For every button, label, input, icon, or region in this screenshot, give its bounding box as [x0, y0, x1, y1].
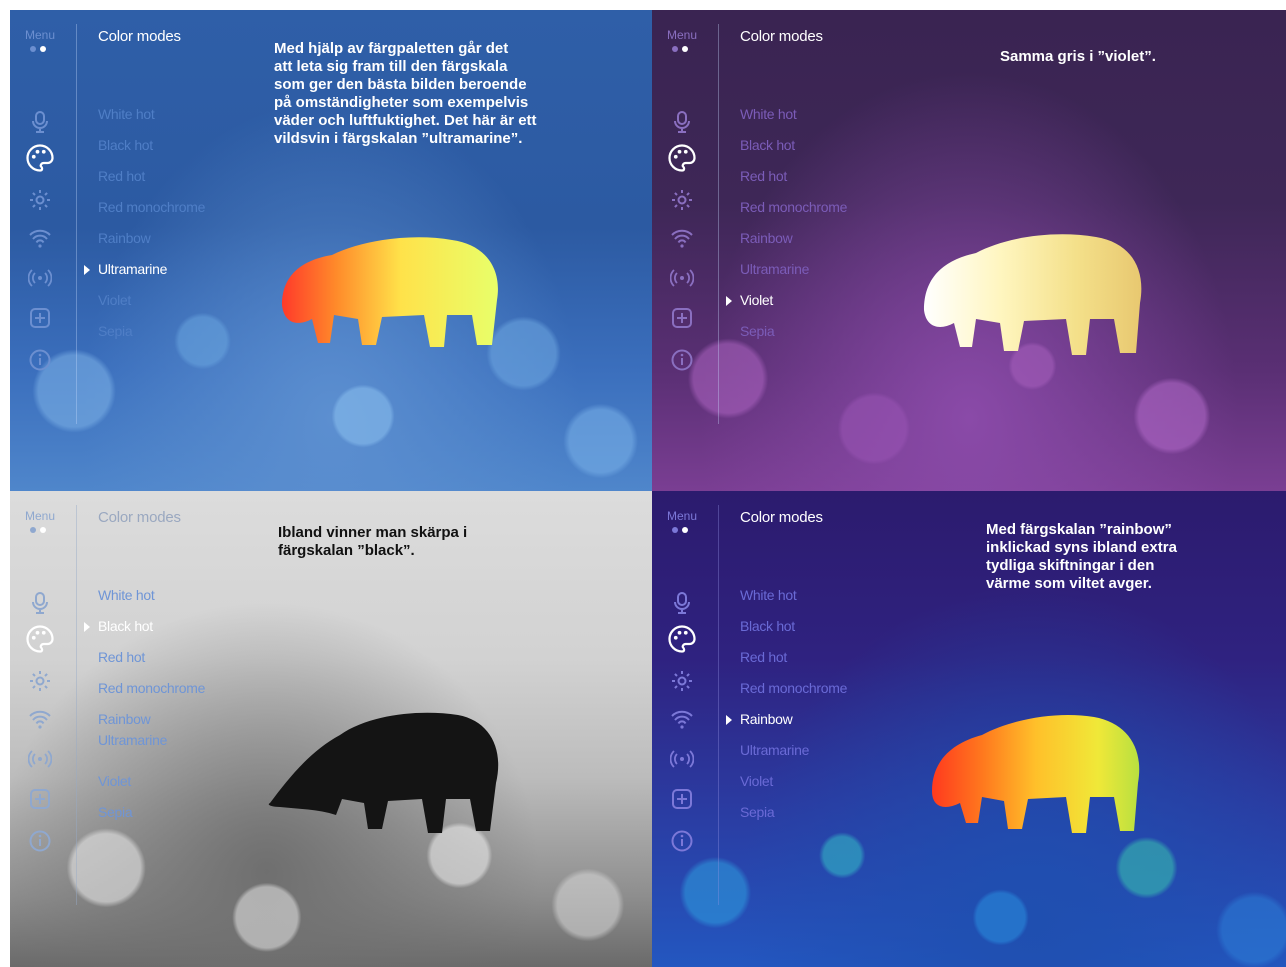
boar-thermal-image: [932, 715, 1140, 833]
boar-thermal-image: [282, 237, 498, 347]
mode-red-monochrome[interactable]: Red monochrome: [98, 199, 205, 215]
mode-black-hot[interactable]: Black hot: [98, 137, 153, 153]
color-modes-title: Color modes: [98, 509, 181, 526]
mode-red-monochrome[interactable]: Red monochrome: [740, 680, 847, 696]
side-menu: Menu: [10, 491, 76, 967]
microphone-icon[interactable]: [662, 108, 702, 136]
microphone-icon[interactable]: [662, 589, 702, 617]
wifi-icon[interactable]: [20, 224, 60, 252]
panel-ultramarine: Menu Color modes White hot Black hot Red…: [10, 10, 652, 491]
gear-icon[interactable]: [662, 667, 702, 695]
side-menu: Menu: [652, 491, 718, 967]
side-menu: Menu: [10, 10, 76, 491]
broadcast-icon[interactable]: [20, 745, 60, 773]
boar-thermal-image: [924, 234, 1142, 355]
panel-rainbow: Menu Color modes White hot Black hot Red…: [652, 491, 1286, 967]
menu-page-indicator: [670, 527, 694, 535]
mode-black-hot[interactable]: Black hot: [740, 618, 795, 634]
mode-ultramarine[interactable]: Ultramarine: [84, 261, 167, 277]
mode-white-hot[interactable]: White hot: [740, 587, 797, 603]
mode-ultramarine[interactable]: Ultramarine: [740, 742, 809, 758]
boar-thermal-image: [268, 712, 499, 833]
gear-icon[interactable]: [20, 667, 60, 695]
selected-arrow-icon: [726, 715, 732, 725]
menu-label: Menu: [24, 28, 56, 42]
mode-violet[interactable]: Violet: [98, 292, 131, 308]
caption-ultramarine: Med hjälp av färgpaletten går det att le…: [274, 40, 537, 147]
menu-label: Menu: [24, 509, 56, 523]
microphone-icon[interactable]: [20, 589, 60, 617]
mode-red-hot[interactable]: Red hot: [740, 649, 787, 665]
gear-icon[interactable]: [662, 186, 702, 214]
wifi-icon[interactable]: [20, 705, 60, 733]
mode-rainbow[interactable]: Rainbow: [98, 711, 151, 727]
mode-ultramarine[interactable]: Ultramarine: [98, 732, 167, 748]
microphone-icon[interactable]: [20, 108, 60, 136]
mode-red-hot[interactable]: Red hot: [98, 649, 145, 665]
panel-black-hot: Menu Color modes White hot Black hot Red…: [10, 491, 652, 967]
mode-red-monochrome[interactable]: Red monochrome: [740, 199, 847, 215]
menu-divider: [718, 24, 719, 424]
side-menu: Menu: [652, 10, 718, 491]
panel-violet: Menu Color modes White hot Black hot Red…: [652, 10, 1286, 491]
caption-violet: Samma gris i ”violet”.: [1000, 48, 1156, 65]
menu-divider: [76, 24, 77, 424]
info-icon[interactable]: [20, 346, 60, 374]
palette-icon[interactable]: [20, 144, 60, 172]
mode-sepia[interactable]: Sepia: [740, 804, 775, 820]
broadcast-icon[interactable]: [662, 745, 702, 773]
selected-arrow-icon: [726, 296, 732, 306]
color-modes-title: Color modes: [740, 28, 823, 45]
mode-violet[interactable]: Violet: [740, 773, 773, 789]
mode-violet[interactable]: Violet: [98, 773, 131, 789]
plus-box-icon[interactable]: [20, 785, 60, 813]
mode-sepia[interactable]: Sepia: [98, 804, 133, 820]
selected-arrow-icon: [84, 622, 90, 632]
wifi-icon[interactable]: [662, 224, 702, 252]
plus-box-icon[interactable]: [662, 785, 702, 813]
mode-white-hot[interactable]: White hot: [98, 587, 155, 603]
menu-page-indicator: [28, 46, 52, 54]
caption-black-hot: Ibland vinner man skärpa i färgskalan ”b…: [278, 524, 468, 559]
mode-white-hot[interactable]: White hot: [740, 106, 797, 122]
wifi-icon[interactable]: [662, 705, 702, 733]
thermal-color-modes-collage: Menu Color modes White hot Black hot Red…: [0, 0, 1286, 967]
color-modes-title: Color modes: [740, 509, 823, 526]
selected-arrow-icon: [84, 265, 90, 275]
mode-ultramarine[interactable]: Ultramarine: [740, 261, 809, 277]
mode-rainbow[interactable]: Rainbow: [98, 230, 151, 246]
mode-red-hot[interactable]: Red hot: [98, 168, 145, 184]
mode-rainbow[interactable]: Rainbow: [740, 230, 793, 246]
menu-page-indicator: [670, 46, 694, 54]
menu-divider: [76, 505, 77, 905]
mode-sepia[interactable]: Sepia: [740, 323, 775, 339]
broadcast-icon[interactable]: [20, 264, 60, 292]
palette-icon[interactable]: [20, 625, 60, 653]
mode-black-hot[interactable]: Black hot: [84, 618, 153, 634]
menu-page-indicator: [28, 527, 52, 535]
caption-rainbow: Med färgskalan ”rainbow” inklickad syns …: [986, 521, 1177, 592]
info-icon[interactable]: [662, 827, 702, 855]
color-modes-title: Color modes: [98, 28, 181, 45]
menu-label: Menu: [666, 509, 698, 523]
broadcast-icon[interactable]: [662, 264, 702, 292]
menu-divider: [718, 505, 719, 905]
info-icon[interactable]: [20, 827, 60, 855]
mode-rainbow[interactable]: Rainbow: [726, 711, 793, 727]
mode-white-hot[interactable]: White hot: [98, 106, 155, 122]
palette-icon[interactable]: [662, 625, 702, 653]
mode-black-hot[interactable]: Black hot: [740, 137, 795, 153]
mode-sepia[interactable]: Sepia: [98, 323, 133, 339]
plus-box-icon[interactable]: [662, 304, 702, 332]
plus-box-icon[interactable]: [20, 304, 60, 332]
mode-violet[interactable]: Violet: [726, 292, 773, 308]
info-icon[interactable]: [662, 346, 702, 374]
mode-red-hot[interactable]: Red hot: [740, 168, 787, 184]
menu-label: Menu: [666, 28, 698, 42]
palette-icon[interactable]: [662, 144, 702, 172]
mode-red-monochrome[interactable]: Red monochrome: [98, 680, 205, 696]
gear-icon[interactable]: [20, 186, 60, 214]
